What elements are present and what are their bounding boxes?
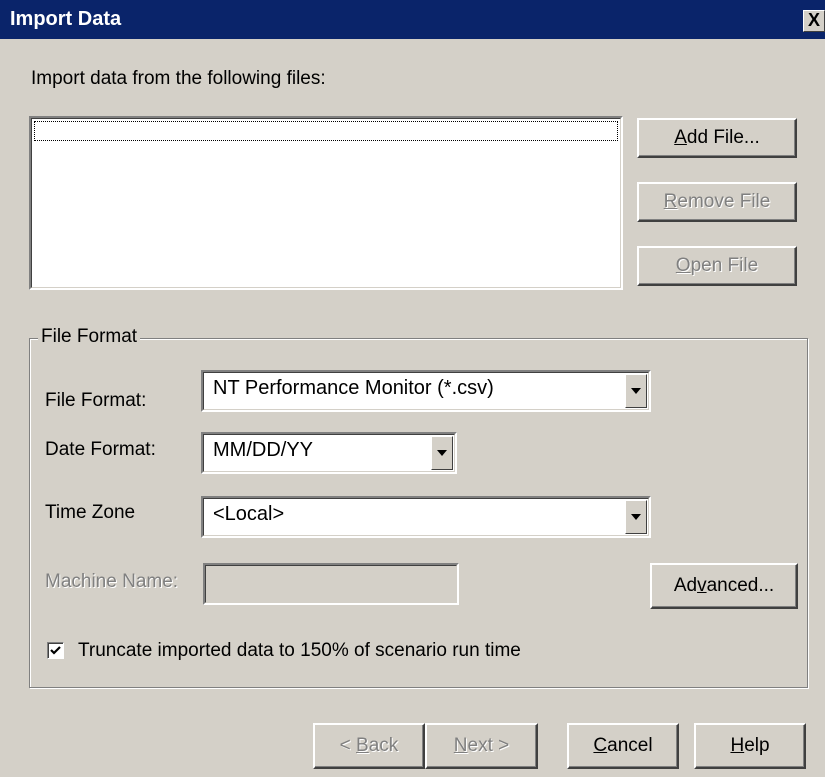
advanced-button[interactable]: Advanced... [650, 563, 798, 609]
file-format-dropdown-button[interactable] [625, 374, 647, 408]
date-format-dropdown-button[interactable] [431, 436, 453, 470]
file-format-group-title: File Format [38, 326, 141, 348]
time-zone-label: Time Zone [45, 502, 136, 523]
time-zone-dropdown-button[interactable] [625, 500, 647, 534]
remove-file-label: Remove File [663, 191, 771, 212]
next-label: Next > [453, 735, 510, 756]
checkmark-icon [50, 646, 61, 655]
chevron-down-icon [631, 514, 641, 520]
file-list-focus-row[interactable] [34, 121, 618, 141]
title-bar: Import Data X [0, 0, 825, 39]
file-format-value: NT Performance Monitor (*.csv) [213, 377, 494, 399]
chevron-down-icon [437, 450, 447, 456]
advanced-label: Advanced... [673, 575, 775, 596]
open-file-label: Open File [675, 255, 759, 276]
close-icon: X [807, 10, 820, 30]
chevron-down-icon [631, 388, 641, 394]
back-button[interactable]: < Back [313, 723, 425, 769]
date-format-value: MM/DD/YY [213, 439, 313, 461]
help-label: Help [730, 735, 770, 756]
date-format-label: Date Format: [45, 439, 156, 460]
help-button[interactable]: Help [694, 723, 806, 769]
back-label: < Back [339, 735, 399, 756]
next-button[interactable]: Next > [425, 723, 538, 769]
cancel-button[interactable]: Cancel [567, 723, 679, 769]
cancel-label: Cancel [593, 735, 653, 756]
truncate-label[interactable]: Truncate imported data to 150% of scenar… [78, 640, 521, 662]
file-format-combo[interactable]: NT Performance Monitor (*.csv) [201, 370, 651, 412]
machine-name-label: Machine Name: [45, 571, 179, 592]
date-format-combo[interactable]: MM/DD/YY [201, 432, 457, 474]
time-zone-combo[interactable]: <Local> [201, 496, 651, 538]
file-list[interactable] [29, 116, 623, 290]
open-file-button[interactable]: Open File [637, 246, 797, 286]
remove-file-button[interactable]: Remove File [637, 182, 797, 222]
file-list-label: Import data from the following files: [31, 68, 326, 89]
add-file-button[interactable]: Add File... [637, 118, 797, 158]
add-file-label: Add File... [674, 127, 760, 148]
truncate-checkbox[interactable] [47, 642, 64, 659]
time-zone-value: <Local> [213, 503, 285, 525]
file-format-label: File Format: [45, 390, 147, 411]
machine-name-field[interactable] [203, 563, 459, 605]
close-button[interactable]: X [803, 10, 825, 32]
window-title: Import Data [10, 8, 122, 30]
